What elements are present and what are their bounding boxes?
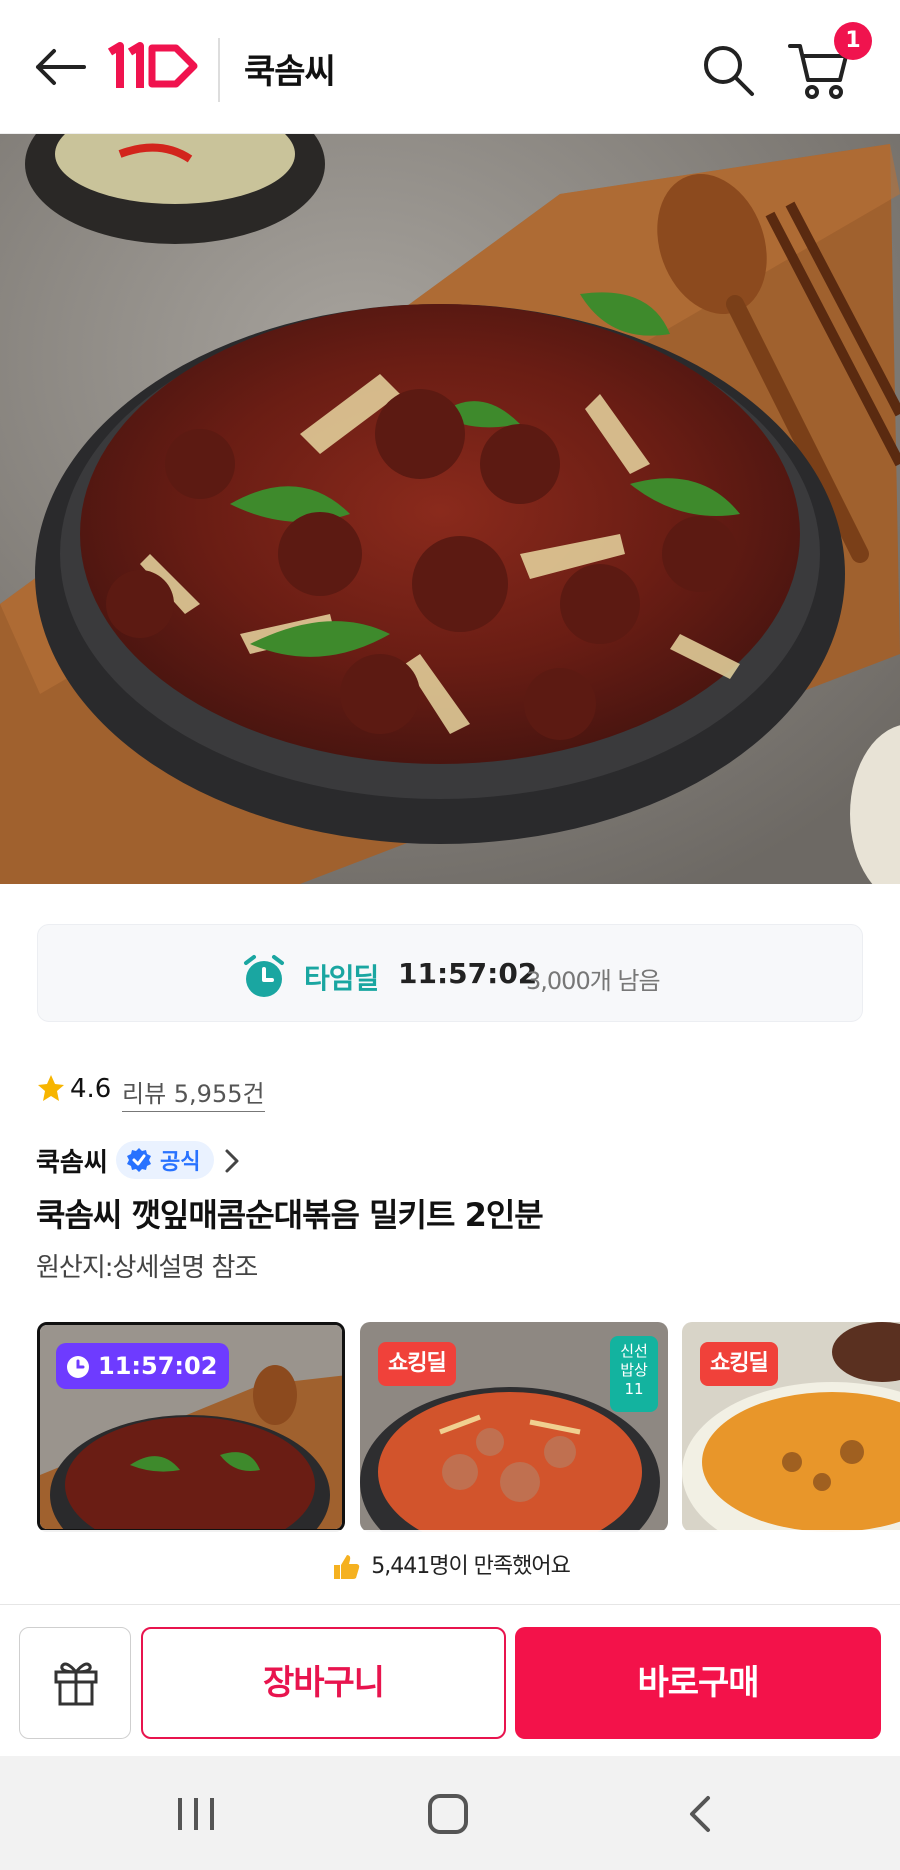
brand-logo-icon bbox=[107, 42, 198, 88]
buy-now-button[interactable]: 바로구매 bbox=[515, 1627, 881, 1739]
eleven-street-logo[interactable] bbox=[104, 36, 200, 96]
timedeal-label: 타임딜 bbox=[304, 962, 379, 995]
thumbnail-item-2[interactable]: 쇼킹딜 신선 밥상 11 bbox=[360, 1322, 668, 1532]
search-icon bbox=[704, 46, 754, 96]
alarm-clock-icon bbox=[67, 1356, 89, 1378]
thumbnail-item-3[interactable]: 쇼킹딜 bbox=[682, 1322, 900, 1532]
timedeal-remaining: 3,000개 남음 bbox=[526, 967, 661, 995]
thumbs-up-icon bbox=[334, 1555, 360, 1579]
origin-info: 원산지:상세설명 참조 bbox=[36, 1253, 258, 1283]
purchase-action-bar: 장바구니 바로구매 bbox=[0, 1604, 900, 1756]
timedeal-badge: 11:57:02 bbox=[56, 1343, 230, 1389]
thumbnail-item-1[interactable]: 11:57:02 bbox=[37, 1322, 345, 1532]
fresh-table-badge: 신선 밥상 11 bbox=[610, 1336, 658, 1412]
star-icon bbox=[38, 1075, 64, 1101]
satisfaction-text: 5,441명이 만족했어요 bbox=[371, 1554, 571, 1579]
arrow-left-icon bbox=[36, 49, 86, 85]
system-navigation-bar bbox=[0, 1756, 900, 1870]
app-header: 쿡솜씨 1 bbox=[0, 0, 900, 134]
page-title: 쿡솜씨 bbox=[244, 52, 336, 92]
cart-count-badge: 1 bbox=[834, 22, 872, 60]
add-to-cart-button[interactable]: 장바구니 bbox=[141, 1627, 506, 1739]
review-count-link[interactable]: 리뷰 5,955건 bbox=[122, 1074, 265, 1112]
gift-button[interactable] bbox=[19, 1627, 131, 1739]
back-button[interactable] bbox=[30, 42, 90, 92]
product-title: 쿡솜씨 깻잎매콤순대볶음 밀키트 2인분 bbox=[36, 1196, 544, 1234]
thumbnail-timer: 11:57:02 bbox=[98, 1352, 218, 1380]
related-products-carousel[interactable]: 11:57:02 쇼킹딜 신선 밥상 11 쇼킹딜 bbox=[0, 1322, 900, 1532]
shocking-deal-badge: 쇼킹딜 bbox=[378, 1342, 456, 1386]
fresh-badge-line-1: 신선 bbox=[620, 1342, 648, 1360]
home-icon[interactable] bbox=[428, 1794, 468, 1834]
header-divider bbox=[218, 38, 220, 102]
fresh-badge-line-3: 11 bbox=[624, 1380, 644, 1398]
shocking-deal-badge: 쇼킹딜 bbox=[700, 1342, 778, 1386]
chevron-right-icon[interactable] bbox=[224, 1148, 240, 1174]
timedeal-banner: 타임딜 11:57:02 3,000개 남음 bbox=[37, 924, 863, 1022]
gift-icon bbox=[54, 1662, 98, 1706]
rating-value: 4.6 bbox=[70, 1074, 112, 1104]
fresh-badge-line-2: 밥상 bbox=[620, 1361, 648, 1379]
satisfaction-banner: 5,441명이 만족했어요 bbox=[0, 1530, 900, 1604]
search-button[interactable] bbox=[698, 40, 758, 100]
official-badge-label: 공식 bbox=[160, 1150, 201, 1175]
official-seller-badge[interactable]: 공식 bbox=[116, 1141, 215, 1179]
verified-check-icon bbox=[127, 1148, 151, 1172]
food-photo bbox=[0, 134, 900, 884]
product-hero-image[interactable] bbox=[0, 134, 900, 884]
alarm-clock-icon bbox=[244, 955, 284, 997]
seller-name[interactable]: 쿡솜씨 bbox=[36, 1142, 108, 1179]
recent-apps-icon[interactable] bbox=[176, 1796, 216, 1832]
timedeal-countdown: 11:57:02 bbox=[398, 957, 538, 990]
system-back-icon[interactable] bbox=[684, 1794, 714, 1834]
